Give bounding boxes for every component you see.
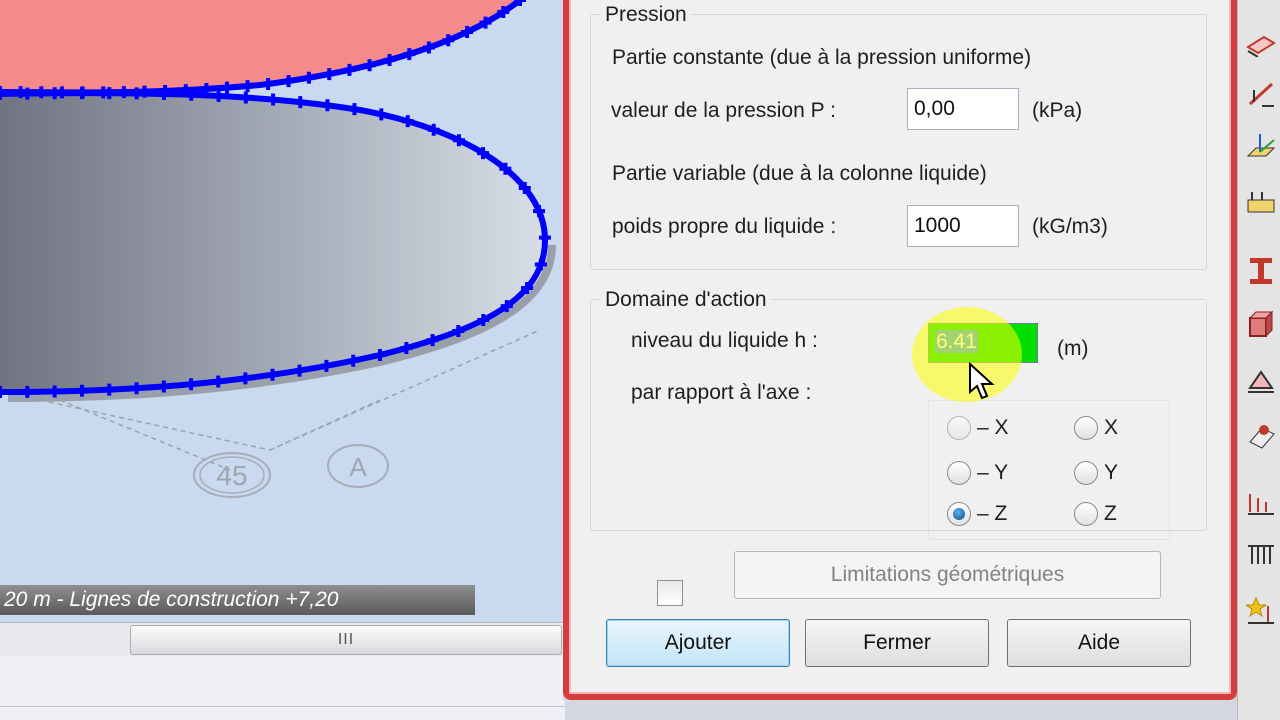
level-label: niveau du liquide h : <box>631 329 818 352</box>
weight-input[interactable]: 1000 <box>907 205 1019 247</box>
weight-label: poids propre du liquide : <box>612 215 837 238</box>
right-toolbar <box>1237 0 1280 720</box>
radio-dot <box>947 502 971 526</box>
pression-group: Pression Partie constante (due à la pres… <box>590 3 1207 270</box>
radio-pos-z[interactable]: Z <box>1074 502 1117 526</box>
solid-icon[interactable] <box>1246 310 1276 340</box>
axes-icon[interactable] <box>1246 130 1276 160</box>
pin-support-icon[interactable] <box>1246 366 1276 396</box>
radio-pos-x[interactable]: X <box>1074 416 1118 440</box>
radio-dot <box>947 416 971 440</box>
constant-part-label: Partie constante (due à la pression unif… <box>612 46 1032 69</box>
pression-title: Pression <box>601 3 691 27</box>
node-icon[interactable] <box>1246 420 1276 450</box>
bottom-band <box>0 656 565 720</box>
radio-neg-y[interactable]: – Y <box>947 461 1008 485</box>
radio-label: – Z <box>977 502 1008 525</box>
limitations-button[interactable]: Limitations géométriques <box>734 551 1161 599</box>
status-line: 20 m - Lignes de construction +7,20 <box>0 585 475 615</box>
radio-label: Y <box>1104 461 1119 484</box>
axis-label: par rapport à l'axe : <box>631 381 812 404</box>
radio-label: Z <box>1104 502 1117 525</box>
radio-label: X <box>1104 416 1119 439</box>
bubble-45-label: 45 <box>216 460 247 491</box>
grid-load-icon[interactable] <box>1246 540 1276 570</box>
level-value: 6.41 <box>935 330 978 353</box>
pressure-label: valeur de la pression P : <box>611 99 836 122</box>
weight-unit: (kG/m3) <box>1032 215 1108 238</box>
radio-dot <box>1074 416 1098 440</box>
special-load-icon[interactable] <box>1246 596 1276 626</box>
help-button[interactable]: Aide <box>1007 619 1191 667</box>
scrollbar-thumb[interactable]: III <box>130 625 562 655</box>
horizontal-scrollbar[interactable]: III <box>0 622 565 657</box>
radio-label: – X <box>977 416 1009 439</box>
beam-icon[interactable] <box>1246 256 1276 286</box>
radio-pos-y[interactable]: Y <box>1074 461 1118 485</box>
pressure-input[interactable]: 0,00 <box>907 88 1019 130</box>
radio-dot <box>1074 461 1098 485</box>
axis-radio-group: – X X – Y Y – Z Z <box>928 400 1170 540</box>
pressure-unit: (kPa) <box>1032 99 1083 122</box>
pressure-dialog: Pression Partie constante (due à la pres… <box>563 0 1237 700</box>
variable-part-label: Partie variable (due à la colonne liquid… <box>612 162 987 185</box>
mouse-cursor-icon <box>969 362 995 400</box>
close-button[interactable]: Fermer <box>805 619 989 667</box>
slab-icon[interactable] <box>1246 30 1276 60</box>
distributed-load-icon[interactable] <box>1246 488 1276 518</box>
radio-neg-x[interactable]: – X <box>947 416 1009 440</box>
red-surface <box>0 0 520 93</box>
radio-neg-z[interactable]: – Z <box>947 502 1007 526</box>
level-unit: (m) <box>1057 337 1089 360</box>
radio-dot <box>947 461 971 485</box>
support-icon[interactable] <box>1246 188 1276 218</box>
gray-surface <box>0 93 545 392</box>
limitations-checkbox[interactable] <box>657 580 683 606</box>
add-button[interactable]: Ajouter <box>606 619 790 667</box>
radio-label: – Y <box>977 461 1009 484</box>
bubble-a-label: A <box>349 452 367 482</box>
level-input[interactable]: 6.41 <box>928 323 1038 363</box>
dialog-body: Pression Partie constante (due à la pres… <box>579 0 1220 680</box>
domaine-title: Domaine d'action <box>601 288 771 312</box>
drawing-viewport[interactable]: 45 A 20 m - Lignes de construction +7,20 <box>0 0 565 622</box>
radio-dot <box>1074 502 1098 526</box>
load-arrow-icon[interactable] <box>1246 80 1276 110</box>
structure-drawing: 45 A <box>0 0 556 498</box>
